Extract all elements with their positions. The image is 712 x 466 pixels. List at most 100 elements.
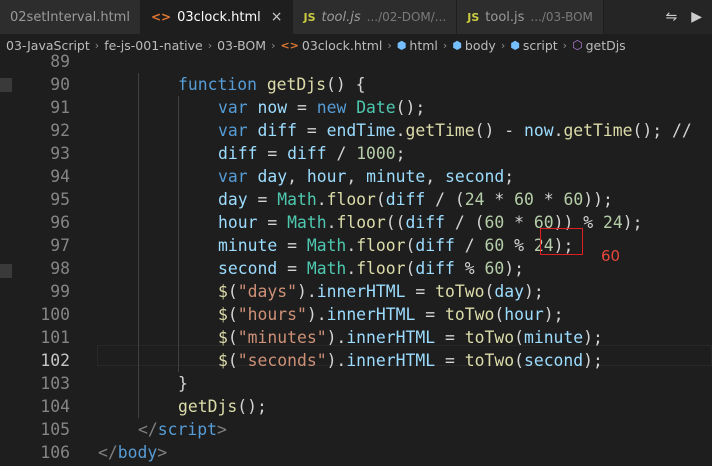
code-token: 24 [602, 213, 623, 232]
code-token: . [346, 236, 357, 255]
code-token: toTwo [445, 305, 495, 324]
compare-icon[interactable]: ⇋ [665, 9, 677, 25]
indent-guide [178, 280, 179, 303]
indent-guide [178, 142, 179, 165]
annotation-highlight-box [540, 228, 583, 255]
code-token: ); [504, 259, 524, 278]
indent-guide [138, 257, 139, 280]
code-token: ( [227, 328, 238, 347]
code-text: minute = Math.floor(diff / 60 % 24); [218, 234, 573, 257]
code-line: 94 var day, hour, minute, second; [0, 165, 712, 188]
line-number: 91 [50, 98, 70, 117]
code-token: minute [218, 236, 278, 255]
editor-tab[interactable]: JS tool.js .../03-BOM [457, 0, 604, 34]
code-token: var [218, 121, 258, 140]
code-line: 91 var now = new Date(); [0, 96, 712, 119]
line-number: 98 [50, 259, 70, 278]
line-number: 90 [50, 75, 70, 94]
code-line: 103} [0, 372, 712, 395]
code-token: $ [218, 282, 228, 301]
code-token: ). [326, 328, 347, 347]
code-token: floor [326, 190, 376, 209]
run-icon[interactable]: ▶ [691, 9, 702, 25]
indent-guide [178, 165, 179, 188]
code-line: 89 [0, 50, 712, 73]
indent-guide [178, 257, 179, 280]
code-token: = [296, 121, 327, 140]
indent-guide [138, 73, 139, 96]
code-token: 60 [484, 259, 505, 278]
code-token: 60 [563, 190, 584, 209]
line-number: 103 [40, 374, 70, 393]
code-token: (( [385, 213, 406, 232]
code-line: 90 function getDjs() { [0, 73, 712, 96]
indent-guide [138, 119, 139, 142]
code-token: now [257, 98, 288, 117]
code-token: diff [415, 236, 455, 255]
code-token: ( [514, 351, 524, 370]
tab-path-hint: .../02-DOM/... [366, 10, 447, 24]
code-token: ). [326, 351, 347, 370]
html-file-icon: <> [150, 10, 172, 24]
code-token: innerHTML [316, 282, 406, 301]
indent-guide [178, 234, 179, 257]
code-token: var [218, 98, 258, 117]
code-token: toTwo [435, 282, 485, 301]
code-token: = [435, 351, 465, 370]
code-token: (); [395, 98, 426, 117]
close-icon[interactable]: × [271, 9, 283, 25]
code-text: </body> [98, 441, 167, 464]
line-number: 89 [50, 52, 70, 71]
code-token: ( [405, 259, 416, 278]
line-number: 101 [40, 328, 70, 347]
code-token: ). [296, 282, 317, 301]
code-token: function [178, 75, 267, 94]
indent-guide [138, 326, 139, 349]
code-token: diff [385, 190, 426, 209]
indent-guide [138, 395, 139, 418]
code-token: "minutes" [237, 328, 327, 347]
editor-tab-bar: 02setInterval.html <> 03clock.html × JS tool.… [0, 0, 712, 34]
code-token: day [257, 167, 288, 186]
indent-guide [178, 119, 179, 142]
code-token: day [494, 282, 524, 301]
tab-path-hint: .../03-BOM [530, 10, 593, 24]
code-line: 105 </script> [0, 418, 712, 441]
indent-guide [138, 165, 139, 188]
line-number: 99 [50, 282, 70, 301]
code-token: 60 [484, 236, 505, 255]
code-line: 101 $("minutes").innerHTML = toTwo(minute… [0, 326, 712, 349]
indent-guide [138, 280, 139, 303]
code-token: innerHTML [346, 328, 436, 347]
code-token: Math [306, 236, 347, 255]
editor-tab[interactable]: 02setInterval.html [0, 0, 141, 34]
editor-tab[interactable]: JS tool.js .../02-DOM/... [293, 0, 458, 34]
code-token: = [287, 98, 317, 117]
tab-label: tool.js [485, 9, 525, 25]
indent-guide [138, 303, 139, 326]
code-token: = [405, 282, 436, 301]
code-line: 104 getDjs(); [0, 395, 712, 418]
code-token: ; [504, 167, 515, 186]
tab-label: 03clock.html [177, 9, 261, 25]
code-token: second [445, 167, 505, 186]
code-text: var day, hour, minute, second; [218, 165, 514, 188]
js-file-icon: JS [467, 10, 480, 24]
code-token: () { [326, 75, 366, 94]
code-token: Math [287, 213, 327, 232]
code-token: / ( [445, 213, 485, 232]
code-text: var now = new Date(); [218, 96, 425, 119]
code-token: "hours" [237, 305, 307, 324]
code-text: diff = diff / 1000; [218, 142, 406, 165]
code-token: . [316, 190, 327, 209]
annotation-text: 60 [601, 247, 621, 265]
code-text: $("hours").innerHTML = toTwo(hour); [218, 303, 563, 326]
editor-tab[interactable]: <> 03clock.html × [140, 0, 294, 34]
indent-guide [178, 303, 179, 326]
code-line: 92 var diff = endTime.getTime() - now.get… [0, 119, 712, 142]
line-number: 97 [50, 236, 70, 255]
line-number: 96 [50, 213, 70, 232]
code-token: hour [218, 213, 258, 232]
code-token: diff [405, 213, 446, 232]
code-token: innerHTML [326, 305, 416, 324]
